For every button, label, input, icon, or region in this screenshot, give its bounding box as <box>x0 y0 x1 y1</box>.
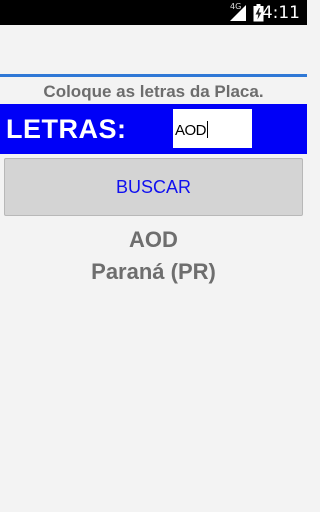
instruction-text: Coloque as letras da Placa. <box>43 82 264 101</box>
search-button[interactable]: BUSCAR <box>4 158 303 216</box>
letters-label: LETRAS: <box>6 114 127 144</box>
letters-row: LETRAS: AOD <box>0 104 307 154</box>
letters-input-value: AOD <box>175 122 207 139</box>
header-divider <box>0 74 307 77</box>
app-header-area <box>0 25 307 75</box>
result-plate-letters: AOD <box>129 227 178 252</box>
clock: 4:11 <box>261 3 300 23</box>
letters-input[interactable]: AOD <box>173 109 252 148</box>
result-state: Paraná (PR) <box>91 259 216 284</box>
text-caret <box>207 121 209 138</box>
status-bar: 4G 4:11 <box>0 0 307 25</box>
signal-icon <box>230 5 246 21</box>
